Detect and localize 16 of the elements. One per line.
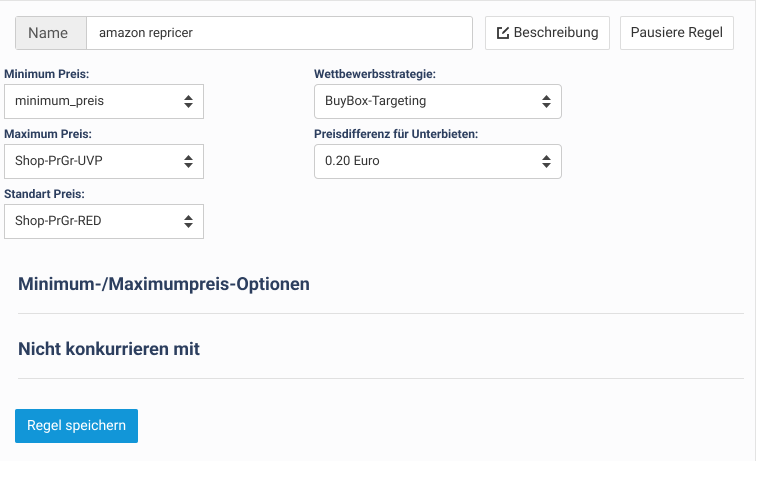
description-button[interactable]: Beschreibung	[484, 16, 610, 50]
pause-button[interactable]: Pausiere Regel	[620, 16, 734, 50]
field-label: Standart Preis:	[4, 187, 86, 203]
field-label: Wettbewerbsstrategie:	[314, 67, 438, 83]
select-field[interactable]: BuyBox-Targeting	[314, 84, 562, 119]
name-label: Name	[16, 17, 87, 49]
select-field[interactable]: minimum_preis	[4, 84, 204, 119]
select-field[interactable]: Shop-PrGr-RED	[4, 204, 204, 239]
section-heading[interactable]: Minimum-/Maximumpreis-Optionen	[18, 247, 744, 314]
field-label: Preisdifferenz für Unterbieten:	[314, 127, 480, 143]
section-heading[interactable]: Nicht konkurrieren mit	[18, 314, 744, 379]
name-field[interactable]: Name amazon repricer	[15, 16, 473, 50]
select-field[interactable]: 0.20 Euro	[314, 144, 562, 179]
field-label: Maximum Preis:	[4, 127, 93, 143]
field-label: Minimum Preis:	[4, 67, 90, 83]
select-field[interactable]: Shop-PrGr-UVP	[4, 144, 204, 179]
